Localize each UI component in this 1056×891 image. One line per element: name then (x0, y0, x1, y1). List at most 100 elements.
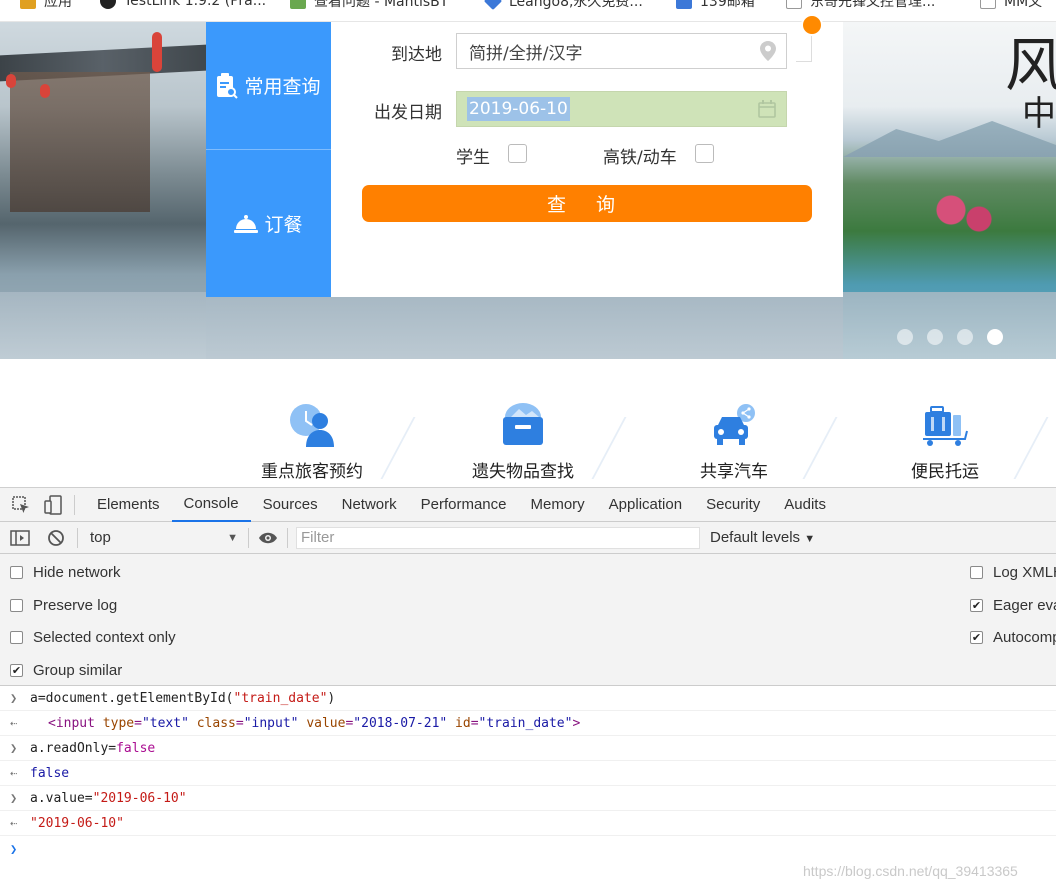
log-xhr-option[interactable]: Log XMLH (970, 562, 1056, 582)
lantern-icon (40, 84, 50, 98)
page-icon (786, 0, 802, 9)
carousel-dot[interactable] (927, 329, 943, 345)
live-expression-eye-icon[interactable] (257, 532, 279, 544)
prompt-arrow-icon: ❯ (10, 691, 18, 705)
mantis-icon (290, 0, 306, 9)
group-similar-option[interactable]: ✔ Group similar (10, 660, 122, 680)
service-divider (1013, 417, 1049, 479)
result-arrow-icon: ⇠ (10, 716, 18, 730)
bookmarks-bar: 应用 TestLink 1.9.2 (Pra... 查看问题 - MantisB… (0, 0, 1056, 22)
eager-eval-option[interactable]: ✔ Eager eva (970, 595, 1056, 615)
service-divider (591, 417, 627, 479)
autocomplete-option[interactable]: ✔ Autocomp (970, 627, 1056, 647)
carousel-dot-active[interactable] (987, 329, 1003, 345)
filter-input[interactable]: Filter (296, 526, 700, 549)
carousel-dot[interactable] (897, 329, 913, 345)
bookmark-mantis[interactable]: 查看问题 - MantisBT (290, 0, 448, 11)
toolbar-divider (74, 494, 75, 515)
eager-eval-checkbox[interactable]: ✔ (970, 598, 983, 612)
passenger-icon (290, 404, 334, 447)
console-result-line[interactable]: ⇠ "2019-06-10" (0, 811, 1056, 836)
panel-corner (796, 36, 812, 62)
bookmark-139mail[interactable]: 139邮箱 (676, 0, 755, 11)
student-checkbox[interactable] (508, 144, 527, 163)
banner-subtitle-char: 中 (1022, 94, 1056, 134)
highspeed-checkbox[interactable] (695, 144, 714, 163)
bookmark-testlink[interactable]: TestLink 1.9.2 (Pra... (100, 0, 266, 11)
prompt-arrow-icon: ❯ (10, 791, 18, 805)
autocomplete-checkbox[interactable]: ✔ (970, 630, 983, 644)
carousel-dot[interactable] (957, 329, 973, 345)
testlink-icon (100, 0, 116, 9)
context-select[interactable]: top ▼ (78, 526, 248, 550)
tab-application[interactable]: Application (597, 488, 694, 522)
hide-network-checkbox[interactable] (10, 565, 23, 579)
mail-icon (676, 0, 692, 9)
banner-house (10, 72, 150, 212)
tab-security[interactable]: Security (694, 488, 772, 522)
clipboard-search-icon (217, 72, 239, 99)
query-panel: 到达地 简拼/全拼/汉字 出发日期 2019-06-10 学生 高铁/动车 查 … (331, 14, 843, 297)
nav-common-query[interactable]: 常用查询 (206, 22, 331, 150)
preserve-log-option[interactable]: Preserve log (10, 595, 117, 615)
destination-label: 到达地 (391, 45, 442, 65)
toolbar-divider (287, 527, 288, 548)
bookmark-mm[interactable]: MM文 (980, 0, 1042, 11)
result-arrow-icon: ⇠ (10, 816, 18, 830)
result-arrow-icon: ⇠ (10, 766, 18, 780)
tab-audits[interactable]: Audits (772, 488, 838, 522)
service-priority-passenger[interactable]: 重点旅客预约 (242, 403, 382, 482)
notification-badge[interactable] (801, 14, 823, 36)
selected-context-checkbox[interactable] (10, 630, 23, 644)
bookmark-doc-control[interactable]: 东哥先锋文控管理... (786, 0, 935, 11)
console-input-line[interactable]: ❯ a.value= "2019-06-10" (0, 786, 1056, 811)
group-similar-checkbox[interactable]: ✔ (10, 663, 23, 677)
departure-date-label: 出发日期 (374, 103, 442, 123)
console-prompt[interactable]: ❯ (0, 836, 1056, 861)
location-pin-icon[interactable] (760, 41, 776, 61)
highspeed-label: 高铁/动车 (603, 148, 677, 168)
console-input-line[interactable]: ❯ a.readOnly= false (0, 736, 1056, 761)
service-car-share[interactable]: 共享汽车 (664, 403, 804, 482)
tab-network[interactable]: Network (330, 488, 409, 522)
dropdown-arrow-icon: ▼ (804, 533, 816, 545)
service-lost-items[interactable]: 遗失物品查找 (453, 403, 593, 482)
destination-input[interactable]: 简拼/全拼/汉字 (456, 33, 787, 69)
device-toggle-icon[interactable] (42, 494, 64, 516)
tab-memory[interactable]: Memory (519, 488, 597, 522)
lantern-icon (6, 74, 16, 88)
bookmark-leango[interactable]: Leango8,永久免费... (483, 0, 643, 11)
devtools-panel: Elements Console Sources Network Perform… (0, 487, 1056, 891)
clear-console-icon[interactable] (45, 529, 67, 547)
sidebar-toggle-icon[interactable] (9, 529, 31, 546)
bookmark-apps[interactable]: 应用 (20, 0, 72, 11)
prompt-arrow-icon: ❯ (10, 741, 18, 755)
tab-elements[interactable]: Elements (85, 488, 172, 522)
tab-sources[interactable]: Sources (251, 488, 330, 522)
car-share-icon (714, 404, 755, 445)
log-levels-dropdown[interactable]: Default levels ▼ (710, 529, 815, 546)
selected-context-option[interactable]: Selected context only (10, 627, 176, 647)
lantern-icon (152, 32, 162, 72)
dropdown-arrow-icon: ▼ (227, 531, 238, 544)
search-button[interactable]: 查 询 (362, 185, 812, 222)
departure-date-input[interactable]: 2019-06-10 (456, 91, 787, 127)
console-toolbar: top ▼ Filter Default levels ▼ (0, 522, 1056, 554)
console-output[interactable]: ❯ a =document.getElementById("train_date")… (0, 686, 1056, 861)
log-xhr-checkbox[interactable] (970, 565, 983, 579)
tab-console[interactable]: Console (171, 488, 251, 522)
console-input-line[interactable]: ❯ a =document.getElementById("train_date") (0, 686, 1056, 711)
luggage-cart-icon (923, 406, 968, 446)
console-result-line[interactable]: ⇠ false (0, 761, 1056, 786)
tab-performance[interactable]: Performance (409, 488, 519, 522)
inspect-element-icon[interactable] (10, 494, 32, 516)
nav-order-meal[interactable]: 订餐 (206, 150, 331, 297)
preserve-log-checkbox[interactable] (10, 598, 23, 612)
console-result-line[interactable]: ⇠ <input type = "text" class = "input" value =… (0, 711, 1056, 736)
hide-network-option[interactable]: Hide network (10, 562, 121, 582)
apps-grid-icon (20, 0, 36, 9)
calendar-icon[interactable] (758, 100, 776, 118)
service-luggage[interactable]: 便民托运 (875, 403, 1015, 482)
console-settings: Hide network Preserve log Selected conte… (0, 554, 1056, 686)
page-icon (980, 0, 996, 9)
